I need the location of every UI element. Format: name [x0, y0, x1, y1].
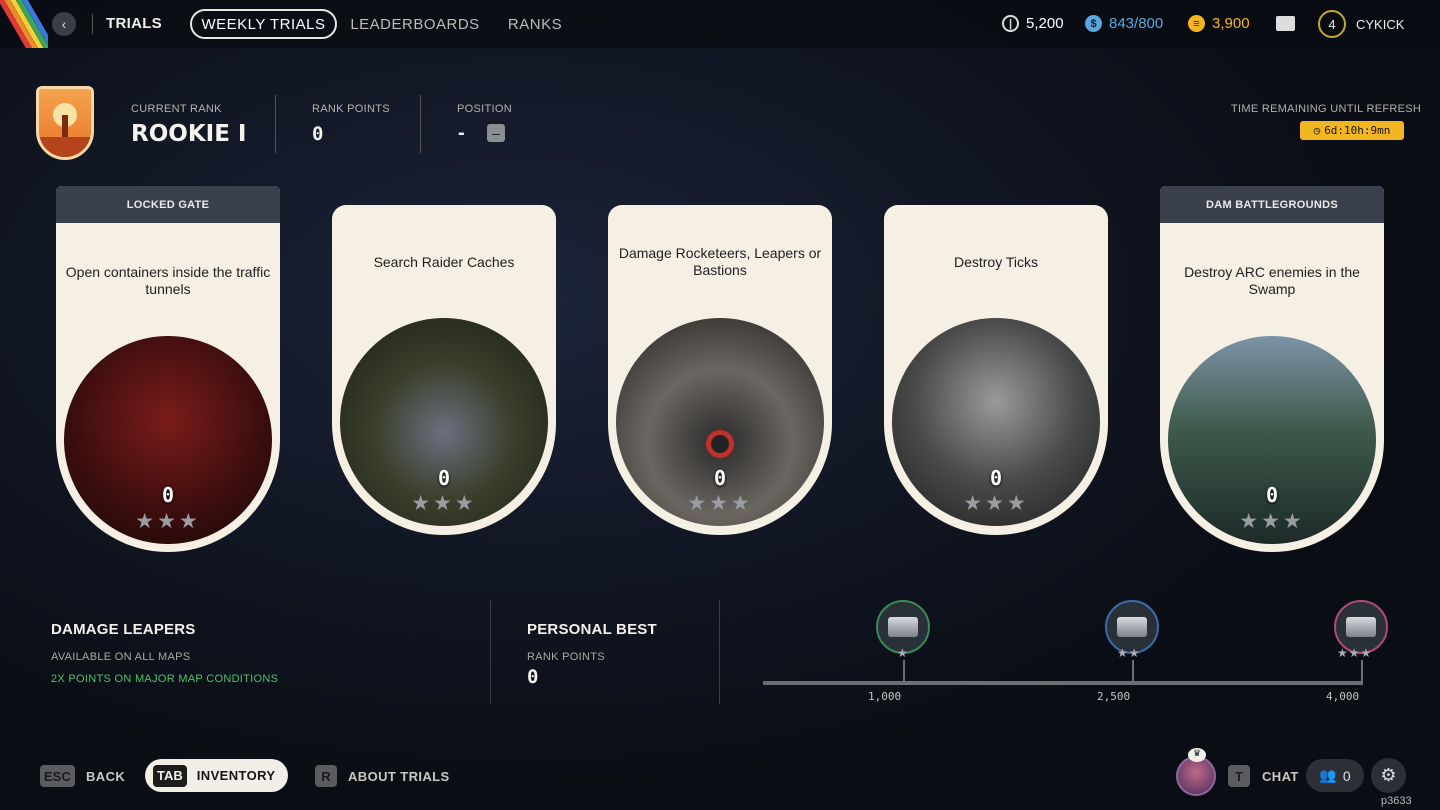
reward-tier-1-stars: ★ — [897, 646, 909, 660]
logo-stripes — [0, 0, 48, 48]
crate-icon — [888, 617, 918, 637]
about-key[interactable]: R — [315, 765, 337, 787]
divider — [420, 95, 421, 153]
personal-best-value: 0 — [527, 666, 539, 688]
tick — [1132, 660, 1134, 685]
card-score: 0 — [989, 466, 1003, 490]
reward-tier-2-stars: ★★ — [1117, 646, 1141, 660]
card-map-header: DAM BATTLEGROUNDS — [1160, 186, 1384, 223]
trial-card-3[interactable]: Damage Rocketeers, Leapers or Bastions 0… — [608, 205, 832, 535]
crown-icon: ♛ — [1188, 748, 1206, 762]
reward-threshold-3: 4,000 — [1326, 690, 1360, 703]
inventory-key: TAB — [153, 764, 187, 787]
refresh-label: TIME REMAINING UNTIL REFRESH — [1231, 103, 1422, 115]
friends-button[interactable]: 👥 0 — [1306, 759, 1364, 792]
chat-button[interactable]: CHAT — [1262, 769, 1299, 784]
chat-key[interactable]: T — [1228, 765, 1250, 787]
credits-value: 3,900 — [1212, 15, 1250, 32]
trial-card-5[interactable]: DAM BATTLEGROUNDS Destroy ARC enemies in… — [1160, 186, 1384, 552]
card-score: 0 — [437, 466, 451, 490]
divider — [719, 600, 720, 704]
player-level: 4 — [1318, 10, 1346, 38]
card-score: 0 — [161, 483, 175, 507]
friends-count: 0 — [1342, 767, 1351, 784]
coins-value: 5,200 — [1026, 15, 1064, 32]
tab-leaderboards[interactable]: LEADERBOARDS — [350, 9, 479, 39]
reward-threshold-2: 2,500 — [1097, 690, 1131, 703]
card-stars: ★★★ — [411, 492, 477, 515]
divider — [92, 14, 93, 34]
selected-trial-bonus: 2X POINTS ON MAJOR MAP CONDITIONS — [51, 673, 279, 685]
clock-icon: ◷ — [1313, 124, 1321, 137]
trial-card-2[interactable]: Search Raider Caches 0 ★★★ — [332, 205, 556, 535]
card-stars: ★★★ — [1239, 510, 1305, 533]
currency-coins: | 5,200 — [1002, 15, 1064, 32]
personal-best-label: RANK POINTS — [527, 651, 605, 663]
rank-points-label: RANK POINTS — [312, 103, 390, 115]
trial-card-1[interactable]: LOCKED GATE Open containers inside the t… — [56, 186, 280, 552]
divider — [275, 95, 276, 153]
gear-icon[interactable]: ⚙ — [1371, 758, 1406, 793]
tab-ranks[interactable]: RANKS — [505, 9, 565, 39]
selected-trial-maps: AVAILABLE ON ALL MAPS — [51, 651, 191, 663]
refresh-time: 6d:10h:9mn — [1324, 124, 1391, 137]
reward-tier-3-stars: ★★★ — [1337, 646, 1373, 660]
position-value: - — [458, 122, 465, 144]
card-title: Open containers inside the traffic tunne… — [65, 264, 271, 297]
personal-best-title: PERSONAL BEST — [527, 621, 657, 638]
reward-threshold-1: 1,000 — [868, 690, 902, 703]
crate-icon — [1346, 617, 1376, 637]
card-title: Damage Rocketeers, Leapers or Bastions — [618, 245, 822, 278]
card-stars: ★★★ — [135, 510, 201, 533]
top-bar: ‹ TRIALS WEEKLY TRIALS LEADERBOARDS RANK… — [0, 0, 1440, 48]
reward-progress-track — [763, 681, 1363, 685]
mail-icon[interactable] — [1276, 16, 1295, 31]
back-arrow-icon[interactable]: ‹ — [52, 12, 76, 36]
refresh-timer: ◷ 6d:10h:9mn — [1300, 121, 1404, 140]
card-score: 0 — [713, 466, 727, 490]
coin-icon: | — [1002, 15, 1019, 32]
card-title: Destroy Ticks — [953, 254, 1038, 270]
tick — [903, 660, 905, 685]
about-trials-button[interactable]: ABOUT TRIALS — [348, 769, 450, 784]
position-label: POSITION — [457, 103, 512, 115]
rank-points-value: 0 — [312, 123, 324, 145]
card-title: Destroy ARC enemies in the Swamp — [1184, 264, 1360, 297]
divider — [490, 600, 491, 704]
position-collapse-icon[interactable]: – — [487, 124, 505, 142]
friends-icon: 👥 — [1319, 767, 1337, 783]
leaper-eye — [706, 430, 734, 458]
page-title: TRIALS — [106, 15, 162, 32]
tick — [1361, 660, 1363, 685]
back-key[interactable]: ESC — [40, 765, 75, 787]
current-rank-label: CURRENT RANK — [131, 103, 222, 115]
tokens-value: 843/800 — [1109, 15, 1164, 32]
card-score: 0 — [1265, 483, 1279, 507]
username[interactable]: CYKICK — [1356, 17, 1404, 32]
token-icon: $ — [1085, 15, 1102, 32]
rank-emblem — [36, 86, 94, 160]
selected-trial-title: DAMAGE LEAPERS — [51, 621, 196, 638]
back-button[interactable]: BACK — [86, 769, 125, 784]
avatar[interactable] — [1176, 756, 1216, 796]
current-rank: ROOKIE I — [131, 121, 247, 147]
trial-card-4[interactable]: Destroy Ticks 0 ★★★ — [884, 205, 1108, 535]
currency-tokens: $ 843/800 — [1085, 15, 1163, 32]
card-stars: ★★★ — [963, 492, 1029, 515]
card-map-header: LOCKED GATE — [56, 186, 280, 223]
card-title: Search Raider Caches — [373, 254, 515, 270]
currency-credits: ≡ 3,900 — [1188, 15, 1250, 32]
card-stars: ★★★ — [687, 492, 753, 515]
credits-icon: ≡ — [1188, 15, 1205, 32]
tab-weekly-trials[interactable]: WEEKLY TRIALS — [190, 9, 337, 39]
build-id: p3633 — [1381, 795, 1412, 807]
inventory-button[interactable]: TAB INVENTORY — [145, 759, 288, 792]
inventory-label: INVENTORY — [196, 768, 276, 783]
crate-icon — [1117, 617, 1147, 637]
